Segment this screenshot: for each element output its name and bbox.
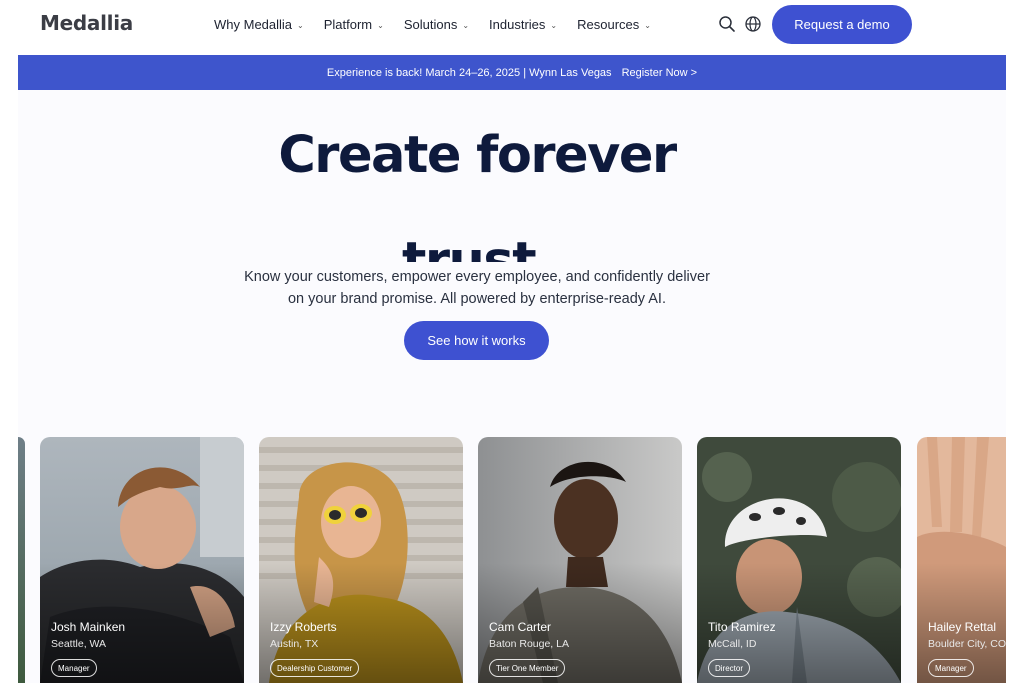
hero-subtitle-line: on your brand promise. All powered by en…: [287, 291, 666, 307]
chevron-down-icon: ⌄: [377, 21, 384, 30]
nav-label: Resources: [577, 17, 640, 32]
nav-label: Why Medallia: [214, 17, 293, 32]
nav-resources[interactable]: Resources ⌄: [577, 17, 651, 32]
person-card-hailey[interactable]: Hailey Rettal Boulder City, CO Manager: [917, 437, 1006, 683]
person-name: Hailey Rettal: [928, 620, 997, 634]
person-name: Izzy Roberts: [270, 620, 337, 634]
medallia-logo[interactable]: Medallia: [40, 11, 133, 35]
person-location: McCall, ID: [708, 638, 757, 650]
main-nav: Why Medallia ⌄ Platform ⌄ Solutions ⌄ Indus…: [214, 17, 671, 32]
person-role-badge: Director: [708, 659, 751, 677]
person-name: Josh Mainken: [51, 620, 126, 634]
announcement-banner: Experience is back! March 24–26, 2025 | …: [18, 55, 1006, 90]
person-card-tito[interactable]: Tito Ramirez McCall, ID Director: [697, 437, 901, 683]
nav-why-medallia[interactable]: Why Medallia ⌄: [214, 17, 304, 32]
nav-label: Industries: [489, 17, 546, 32]
globe-icon[interactable]: [744, 15, 762, 33]
person-location: Baton Rouge, LA: [489, 638, 569, 650]
request-demo-button[interactable]: Request a demo: [772, 5, 912, 44]
banner-text: Experience is back! March 24–26, 2025 | …: [326, 66, 612, 79]
chevron-down-icon: ⌄: [550, 21, 558, 30]
hero-title: Create forever: [278, 126, 677, 185]
person-role-badge: Dealership Customer: [270, 659, 360, 677]
hero-rotating-word: trust: [390, 236, 570, 262]
nav-solutions[interactable]: Solutions ⌄: [404, 17, 469, 32]
person-card-izzy[interactable]: Izzy Roberts Austin, TX Dealership Custo…: [259, 437, 463, 683]
person-card-josh[interactable]: Josh Mainken Seattle, WA Manager: [40, 437, 244, 683]
chevron-down-icon: ⌄: [644, 21, 651, 30]
person-card-cam[interactable]: Cam Carter Baton Rouge, LA Tier One Memb…: [478, 437, 682, 683]
hero-subtitle-line: Know your customers, empower every emplo…: [244, 269, 710, 285]
person-role-badge: Manager: [928, 659, 974, 677]
person-location: Seattle, WA: [51, 638, 107, 650]
nav-label: Solutions: [403, 17, 458, 32]
person-name: Tito Ramirez: [708, 620, 776, 634]
hero-subtitle: Know your customers, empower every emplo…: [0, 266, 954, 310]
person-role-badge: Tier One Member: [489, 659, 566, 677]
see-how-it-works-button[interactable]: See how it works: [404, 321, 549, 360]
person-location: Boulder City, CO: [928, 638, 1006, 650]
search-icon[interactable]: [718, 15, 736, 33]
nav-label: Platform: [323, 17, 373, 32]
chevron-down-icon: ⌄: [462, 21, 470, 30]
nav-platform[interactable]: Platform ⌄: [324, 17, 384, 32]
register-now-link[interactable]: Register Now >: [622, 67, 698, 79]
person-location: Austin, TX: [270, 638, 319, 650]
person-name: Cam Carter: [489, 620, 552, 634]
nav-industries[interactable]: Industries ⌄: [489, 17, 557, 32]
hero-word-trust: trust: [402, 236, 537, 262]
person-role-badge: Manager: [51, 659, 97, 677]
chevron-down-icon: ⌄: [297, 21, 304, 30]
site-header: Medallia Why Medallia ⌄ Platform ⌄ Solutio…: [0, 0, 1024, 54]
previous-card-edge: [18, 437, 25, 683]
